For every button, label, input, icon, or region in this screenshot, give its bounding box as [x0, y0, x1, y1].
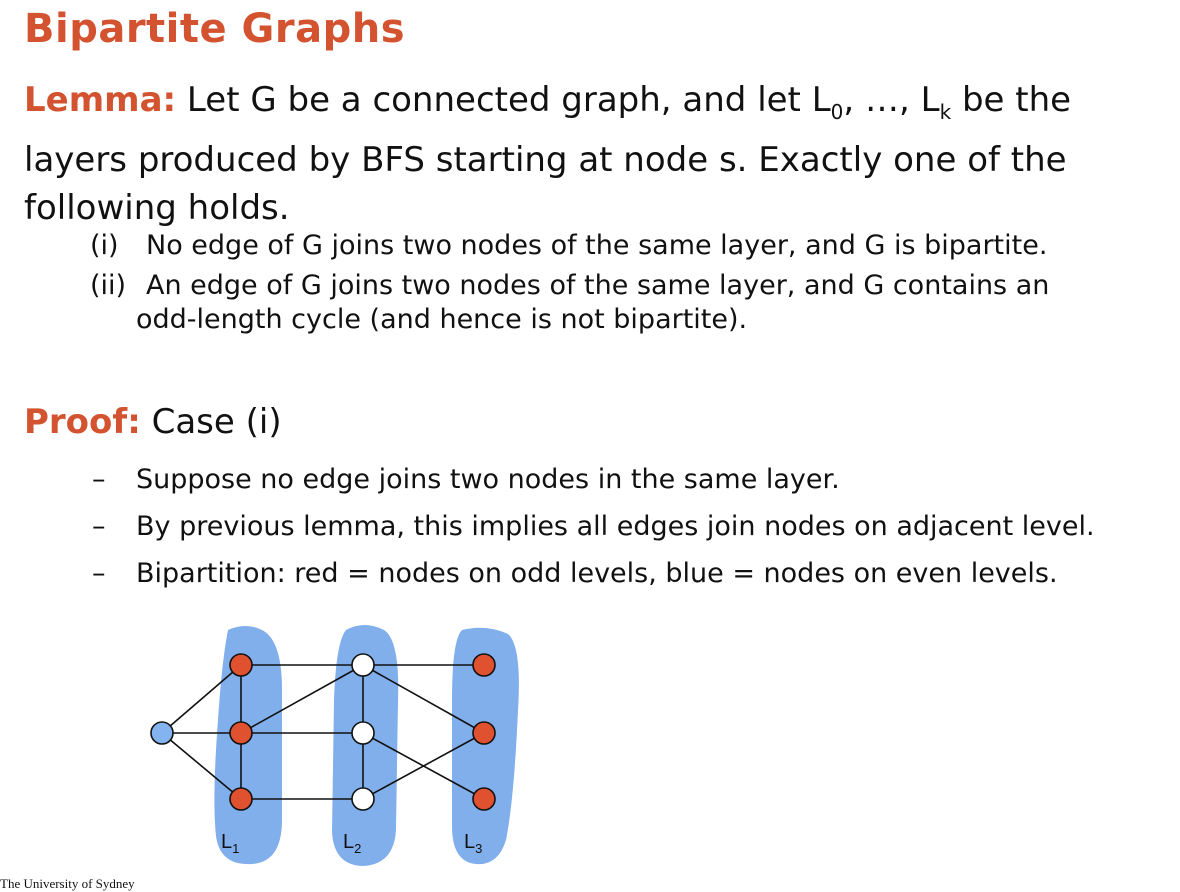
- slide-title: Bipartite Graphs: [24, 6, 406, 52]
- node-layer1-top: [229, 653, 253, 677]
- lemma-label: Lemma:: [24, 80, 177, 120]
- node-s: [150, 721, 174, 745]
- bullet-text: Suppose no edge joins two nodes in the s…: [136, 464, 840, 495]
- proof-bullets: – Suppose no edge joins two nodes in the…: [92, 456, 1095, 597]
- list-item: – Bipartition: red = nodes on odd levels…: [92, 550, 1095, 597]
- node-layer2-top: [351, 653, 375, 677]
- lemma-subscript-0: 0: [830, 100, 844, 124]
- list-item: – Suppose no edge joins two nodes in the…: [92, 456, 1095, 503]
- bullet-dash: –: [92, 511, 106, 542]
- node-layer3-middle: [472, 721, 496, 745]
- bullet-text: Bipartition: red = nodes on odd levels, …: [136, 558, 1058, 589]
- lemma-statement: Lemma: Let G be a connected graph, and l…: [24, 76, 1154, 232]
- list-item: – By previous lemma, this implies all ed…: [92, 503, 1095, 550]
- node-layer1-bottom: [229, 787, 253, 811]
- bfs-layers-diagram: L1 L2 L3: [150, 625, 519, 866]
- proof-label: Proof:: [24, 402, 141, 442]
- node-layer3-bottom: [472, 787, 496, 811]
- lemma-text-2: , …, L: [843, 80, 940, 120]
- lemma-cases: (i) No edge of G joins two nodes of the …: [90, 226, 1170, 340]
- node-layer2-bottom: [351, 787, 375, 811]
- graph-edges: [161, 664, 485, 800]
- case-number: (i): [90, 230, 119, 261]
- lemma-subscript-k: k: [939, 100, 952, 124]
- proof-heading: Proof: Case (i): [24, 402, 282, 442]
- proof-text: Case (i): [140, 402, 282, 442]
- case-item: (i) No edge of G joins two nodes of the …: [90, 226, 1170, 266]
- lemma-text-1: Let G be a connected graph, and let L: [176, 80, 831, 120]
- node-layer3-top: [472, 653, 496, 677]
- bullet-dash: –: [92, 464, 106, 495]
- node-layer1-middle: [229, 721, 253, 745]
- case-text: No edge of G joins two nodes of the same…: [146, 230, 1048, 261]
- node-layer2-middle: [351, 721, 375, 745]
- case-text-continuation: odd-length cycle (and hence is not bipar…: [136, 304, 748, 335]
- bullet-text: By previous lemma, this implies all edge…: [136, 511, 1095, 542]
- footer-institution: The University of Sydney: [0, 876, 135, 891]
- bullet-dash: –: [92, 558, 106, 589]
